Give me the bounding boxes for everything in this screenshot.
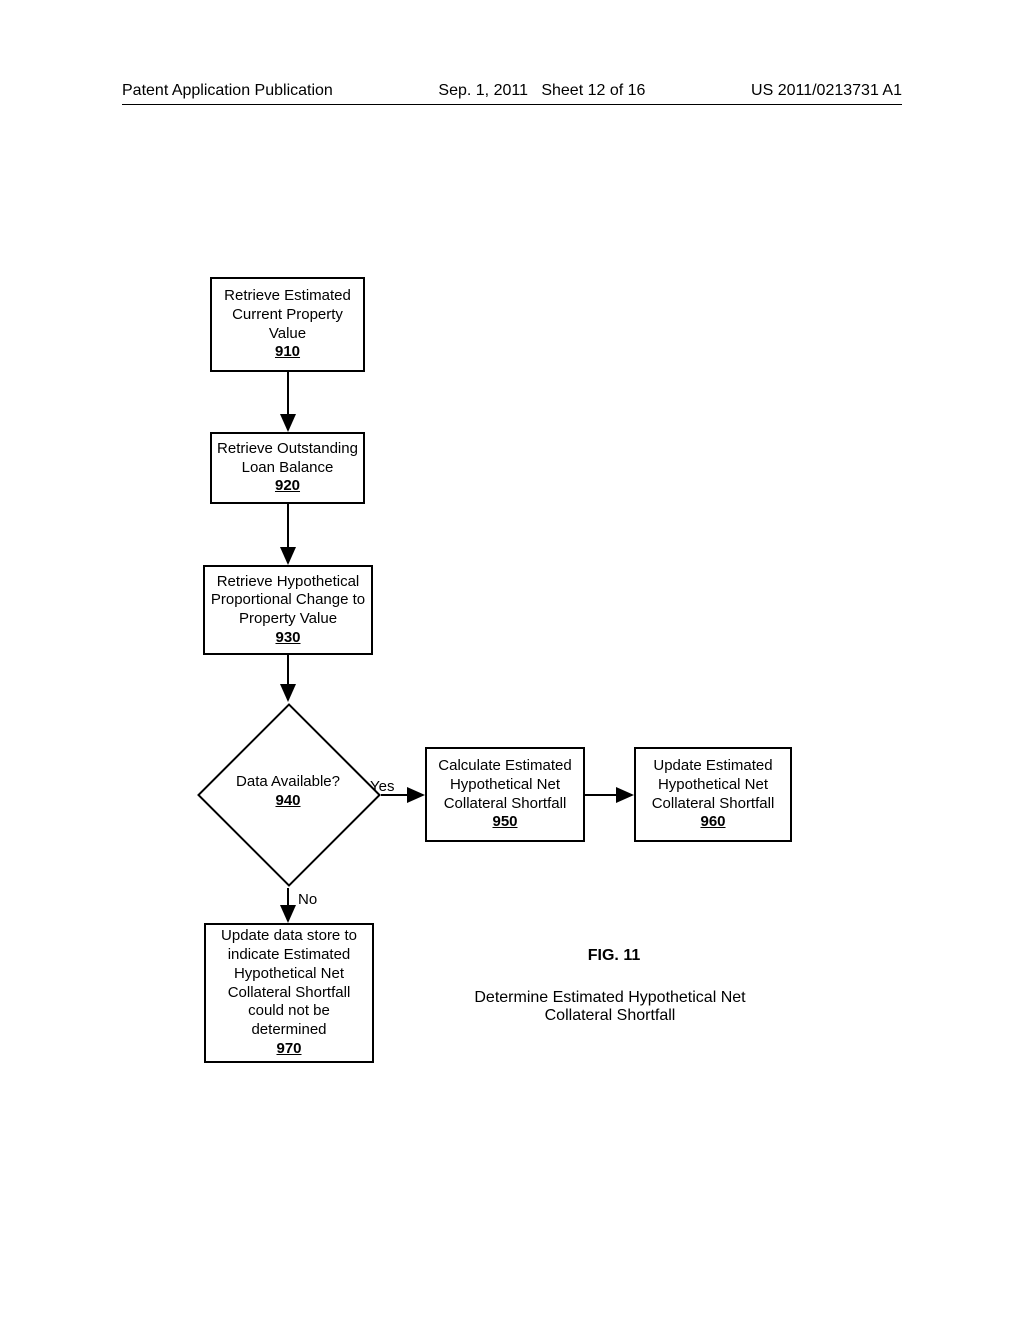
- step-950-ref: 950: [492, 813, 517, 832]
- step-930-ref: 930: [275, 629, 300, 648]
- step-970-ref: 970: [276, 1040, 301, 1059]
- header-left: Patent Application Publication: [122, 82, 333, 100]
- edge-no-label: No: [298, 891, 317, 908]
- edge-yes-label: Yes: [370, 778, 394, 795]
- header-center: Sep. 1, 2011 Sheet 12 of 16: [438, 82, 645, 100]
- step-910-ref: 910: [275, 343, 300, 362]
- step-960: Update Estimated Hypothetical Net Collat…: [634, 747, 792, 842]
- step-970: Update data store to indicate Estimated …: [204, 923, 374, 1063]
- step-920-ref: 920: [275, 477, 300, 496]
- figure-number: FIG. 11: [554, 947, 674, 965]
- step-950-text: Calculate Estimated Hypothetical Net Col…: [431, 757, 579, 813]
- step-970-text: Update data store to indicate Estimated …: [210, 927, 368, 1040]
- decision-940-text: Data Available?: [208, 773, 368, 792]
- decision-940-ref: 940: [208, 792, 368, 811]
- page-header: Patent Application Publication Sep. 1, 2…: [0, 82, 1024, 100]
- step-910: Retrieve Estimated Current Property Valu…: [210, 277, 365, 372]
- step-960-text: Update Estimated Hypothetical Net Collat…: [640, 757, 786, 813]
- step-960-ref: 960: [700, 813, 725, 832]
- flow-arrows: [0, 0, 1024, 1320]
- step-930: Retrieve Hypothetical Proportional Chang…: [203, 565, 373, 655]
- decision-940-label: Data Available? 940: [208, 773, 368, 811]
- step-950: Calculate Estimated Hypothetical Net Col…: [425, 747, 585, 842]
- figure-caption: Determine Estimated Hypothetical Net Col…: [450, 989, 770, 1025]
- step-930-text: Retrieve Hypothetical Proportional Chang…: [209, 573, 367, 629]
- header-pubno: US 2011/0213731 A1: [751, 82, 902, 100]
- step-920-text: Retrieve Outstanding Loan Balance: [216, 440, 359, 478]
- header-rule: [122, 104, 902, 105]
- step-920: Retrieve Outstanding Loan Balance 920: [210, 432, 365, 504]
- step-910-text: Retrieve Estimated Current Property Valu…: [216, 287, 359, 343]
